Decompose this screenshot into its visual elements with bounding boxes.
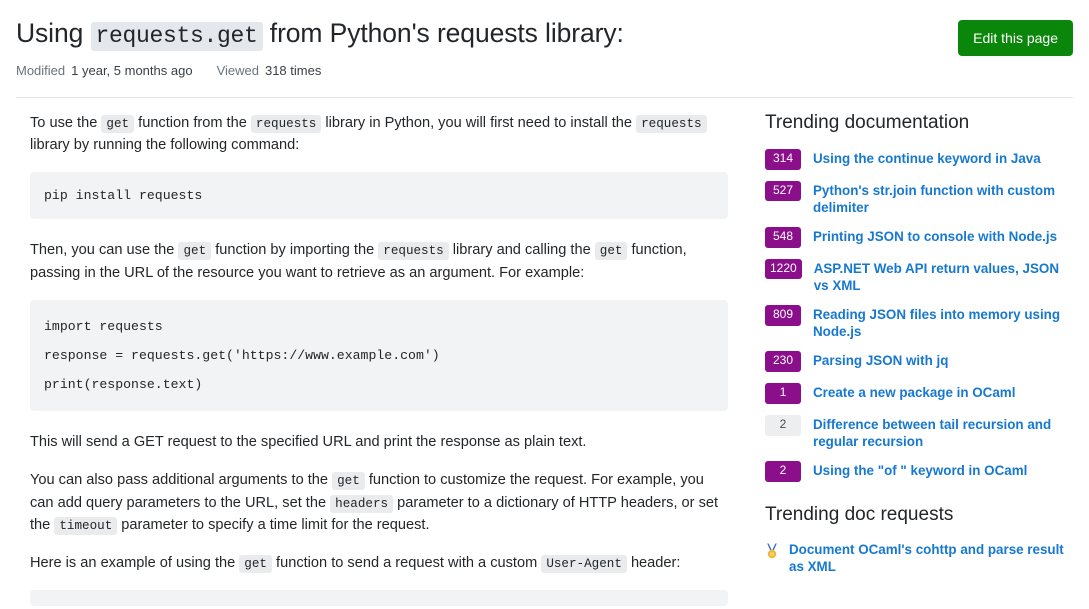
p1-code-requests-2: requests: [636, 115, 706, 133]
bounty-medal-icon: [765, 543, 779, 559]
list-item[interactable]: 1220 ASP.NET Web API return values, JSON …: [765, 259, 1073, 294]
p2-text-2: function by importing the: [211, 242, 378, 258]
view-count-badge: 548: [765, 227, 801, 248]
trending-doc-requests-list: Document OCaml's cohttp and parse result…: [765, 541, 1073, 575]
list-item[interactable]: 527 Python's str.join function with custo…: [765, 181, 1073, 216]
list-item[interactable]: 548 Printing JSON to console with Node.js: [765, 227, 1073, 248]
page-title-suffix: from Python's requests library:: [263, 18, 624, 48]
trending-doc-link[interactable]: Using the "of " keyword in OCaml: [813, 461, 1027, 479]
trending-doc-link[interactable]: Printing JSON to console with Node.js: [813, 227, 1057, 245]
paragraph-1: To use the get function from the request…: [30, 112, 728, 156]
trending-documentation-heading: Trending documentation: [765, 112, 1073, 135]
code-block-user-agent-partial: [30, 590, 728, 606]
p1-text-4: library by running the following command…: [30, 137, 299, 153]
view-count-badge: 230: [765, 351, 801, 372]
view-count-badge: 1220: [765, 259, 802, 280]
list-item[interactable]: Document OCaml's cohttp and parse result…: [765, 541, 1073, 575]
header-left: Using requests.get from Python's request…: [16, 16, 958, 79]
content-columns: To use the get function from the request…: [16, 98, 1073, 606]
view-count-badge: 2: [765, 415, 801, 436]
p5-text-2: function to send a request with a custom: [272, 555, 541, 571]
paragraph-2: Then, you can use the get function by im…: [30, 239, 728, 283]
trending-doc-link[interactable]: Python's str.join function with custom d…: [813, 181, 1073, 216]
code-line: pip install requests: [44, 186, 714, 205]
modified-value: 1 year, 5 months ago: [71, 63, 192, 79]
p1-text-2: function from the: [134, 115, 251, 131]
trending-doc-link[interactable]: Difference between tail recursion and re…: [813, 415, 1073, 450]
trending-doc-link[interactable]: ASP.NET Web API return values, JSON vs X…: [814, 259, 1073, 294]
p2-code-requests: requests: [378, 242, 448, 260]
p1-text-1: To use the: [30, 115, 101, 131]
viewed-value: 318 times: [265, 63, 321, 79]
p4-text-1: You can also pass additional arguments t…: [30, 472, 332, 488]
list-item[interactable]: 809 Reading JSON files into memory using …: [765, 305, 1073, 340]
p1-code-requests-1: requests: [251, 115, 321, 133]
p5-code-get: get: [239, 555, 272, 573]
p1-text-3: library in Python, you will first need t…: [321, 115, 636, 131]
p5-text-1: Here is an example of using the: [30, 555, 239, 571]
list-item[interactable]: 2 Difference between tail recursion and r…: [765, 415, 1073, 450]
p4-code-get: get: [332, 472, 365, 490]
code-block-example: import requestsresponse = requests.get('…: [30, 300, 728, 411]
trending-doc-link[interactable]: Create a new package in OCaml: [813, 383, 1015, 401]
p4-code-headers: headers: [330, 495, 393, 513]
page-title-inline-code: requests.get: [91, 22, 263, 51]
page-title-prefix: Using: [16, 18, 91, 48]
trending-documentation-list: 314 Using the continue keyword in Java 527…: [765, 149, 1073, 482]
trending-doc-link[interactable]: Parsing JSON with jq: [813, 351, 948, 369]
p2-text-1: Then, you can use the: [30, 242, 178, 258]
p4-text-4: parameter to specify a time limit for th…: [117, 517, 429, 533]
doc-request-link[interactable]: Document OCaml's cohttp and parse result…: [789, 541, 1073, 575]
p1-code-get: get: [101, 115, 134, 133]
view-count-badge: 527: [765, 181, 801, 202]
p5-text-3: header:: [627, 555, 681, 571]
paragraph-4: You can also pass additional arguments t…: [30, 469, 728, 536]
trending-doc-link[interactable]: Using the continue keyword in Java: [813, 149, 1041, 167]
list-item[interactable]: 2 Using the "of " keyword in OCaml: [765, 461, 1073, 482]
view-count-badge: 314: [765, 149, 801, 170]
p2-text-3: library and calling the: [449, 242, 595, 258]
list-item[interactable]: 230 Parsing JSON with jq: [765, 351, 1073, 372]
p2-code-get-1: get: [178, 242, 211, 260]
viewed-label: Viewed: [217, 63, 259, 79]
paragraph-3: This will send a GET request to the spec…: [30, 431, 728, 453]
view-count-badge: 1: [765, 383, 801, 404]
code-line: import requests: [44, 312, 714, 341]
main-content: To use the get function from the request…: [16, 112, 744, 606]
modified-label: Modified: [16, 63, 65, 79]
p5-code-user-agent: User-Agent: [541, 555, 627, 573]
view-count-badge: 2: [765, 461, 801, 482]
list-item[interactable]: 1 Create a new package in OCaml: [765, 383, 1073, 404]
list-item[interactable]: 314 Using the continue keyword in Java: [765, 149, 1073, 170]
trending-doc-link[interactable]: Reading JSON files into memory using Nod…: [813, 305, 1073, 340]
p4-code-timeout: timeout: [54, 517, 117, 535]
page-stats: Modified 1 year, 5 months ago Viewed 318…: [16, 63, 958, 79]
documentation-page: Using requests.get from Python's request…: [0, 0, 1089, 606]
p2-code-get-2: get: [595, 242, 628, 260]
code-line: print(response.text): [44, 370, 714, 399]
trending-doc-requests-heading: Trending doc requests: [765, 504, 1073, 527]
edit-this-page-button[interactable]: Edit this page: [958, 20, 1073, 56]
page-header: Using requests.get from Python's request…: [16, 0, 1073, 79]
view-count-badge: 809: [765, 305, 801, 326]
code-block-install: pip install requests: [30, 172, 728, 219]
paragraph-5: Here is an example of using the get func…: [30, 552, 728, 574]
sidebar: Trending documentation 314 Using the cont…: [744, 112, 1073, 585]
page-title: Using requests.get from Python's request…: [16, 16, 958, 51]
code-line: response = requests.get('https://www.exa…: [44, 341, 714, 370]
